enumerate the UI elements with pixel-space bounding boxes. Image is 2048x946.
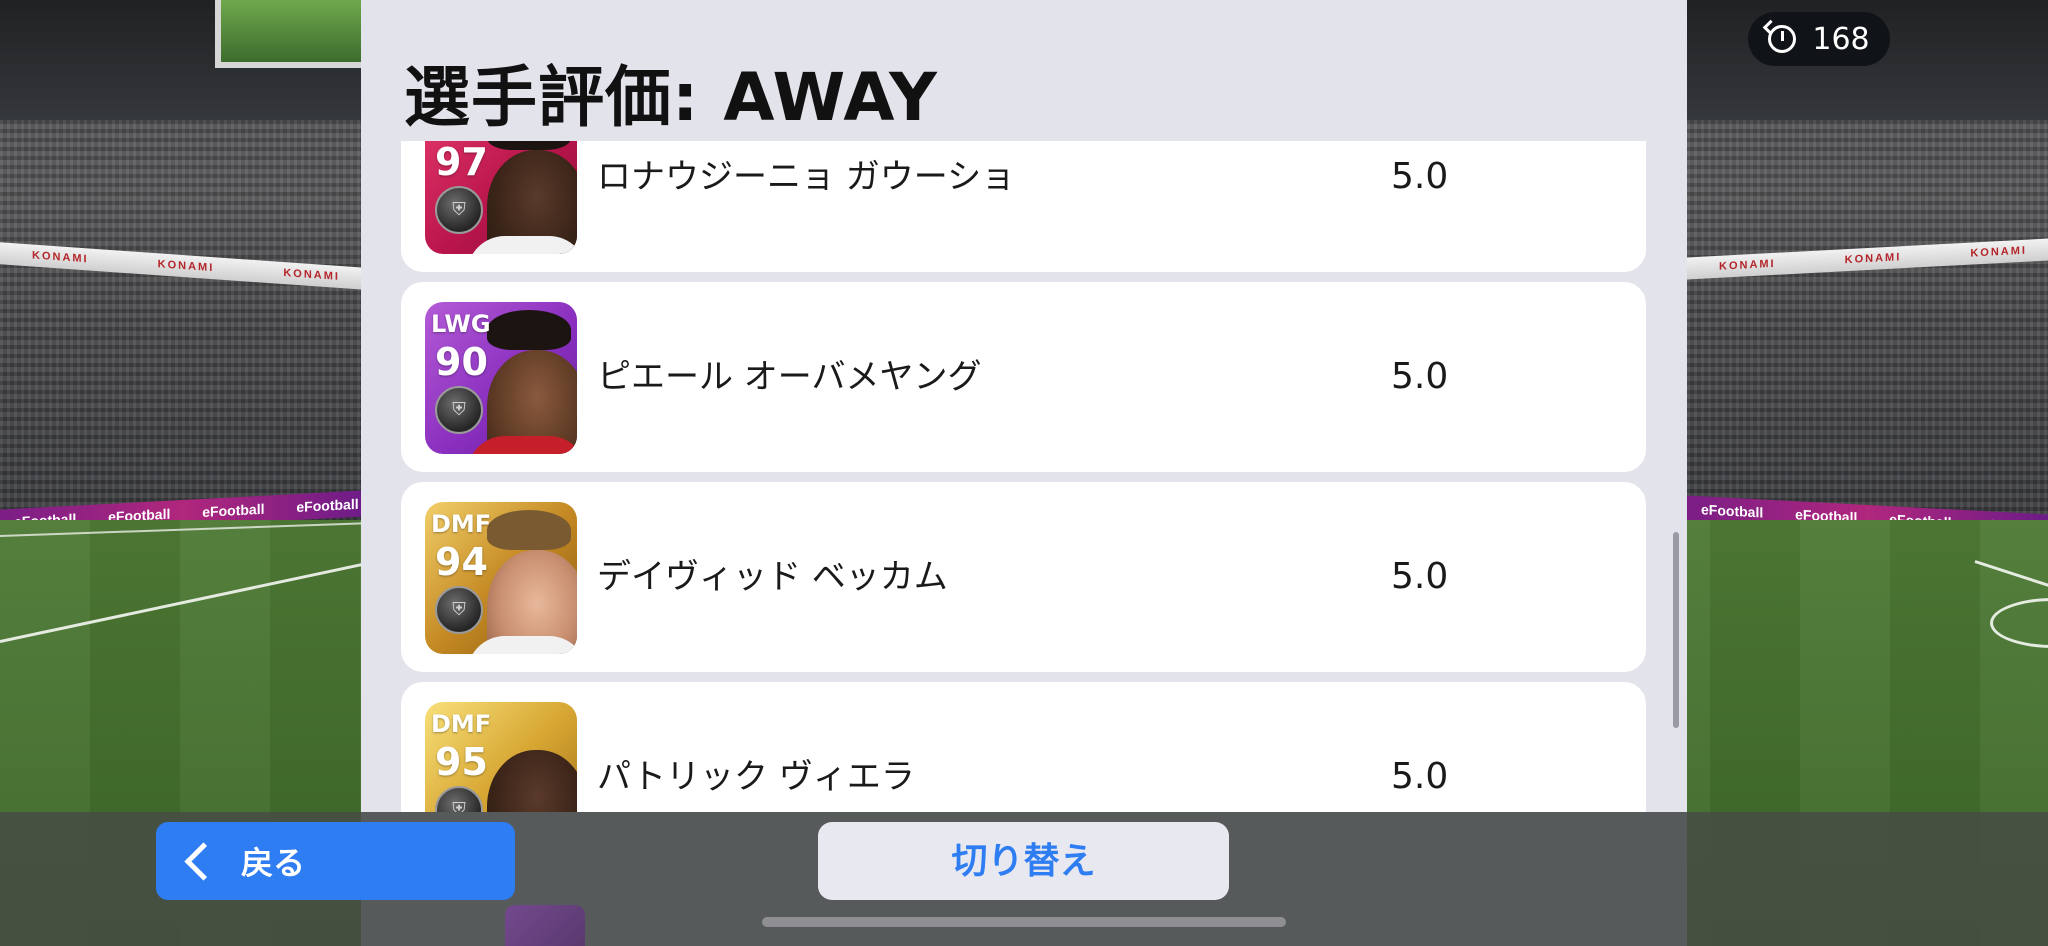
stopwatch-icon [1768,25,1797,53]
player-row[interactable]: DMF 95 ⛨ パトリック ヴィエラ 5.0 [401,682,1646,812]
player-score: 5.0 [1391,556,1449,597]
player-card: LWG 90 ⛨ [425,302,577,454]
player-name: パトリック ヴィエラ [597,757,915,797]
player-shirt [467,636,577,654]
player-score: 5.0 [1391,756,1449,797]
player-name: ピエール オーバメヤング [597,357,982,397]
match-timer: 168 [1748,12,1890,66]
player-shirt [467,436,577,454]
player-row[interactable]: DMF 94 ⛨ デイヴィッド ベッカム 5.0 [401,482,1646,672]
shield-icon: ⛨ [435,186,483,234]
player-card-peek [505,905,585,946]
back-button[interactable]: 戻る [156,822,515,900]
shield-icon: ⛨ [435,386,483,434]
timer-value: 168 [1812,21,1870,57]
card-position: DMF [431,710,492,738]
ad-text: KONAMI [32,249,89,266]
player-score: 5.0 [1391,156,1449,197]
card-position: LWG [431,310,491,338]
ad-text: KONAMI [157,258,215,275]
stadium-screen [215,0,377,68]
player-shirt [467,236,577,254]
player-name: デイヴィッド ベッカム [597,557,948,597]
player-face [487,750,577,812]
card-rating: 97 [435,141,488,184]
card-rating: 94 [435,540,488,584]
player-card: DMF 95 ⛨ [425,702,577,812]
card-rating: 90 [435,340,488,384]
ad-text: KONAMI [1844,251,1902,267]
player-card: 97 ⛨ [425,141,577,254]
player-list[interactable]: 97 ⛨ ロナウジーニョ ガウーショ 5.0 LWG 90 ⛨ ピエール オーバ… [401,141,1646,812]
card-position: DMF [431,510,492,538]
ad-text: KONAMI [1970,244,2027,260]
chevron-left-icon [184,841,223,881]
player-hair [487,510,571,550]
card-rating: 95 [435,740,488,784]
player-hair [487,141,571,150]
home-indicator[interactable] [762,917,1286,927]
led-text: eFootball [296,495,359,516]
player-row[interactable]: 97 ⛨ ロナウジーニョ ガウーショ 5.0 [401,141,1646,272]
player-card: DMF 94 ⛨ [425,502,577,654]
switch-button[interactable]: 切り替え [818,822,1229,900]
shield-icon: ⛨ [435,586,483,634]
player-name: ロナウジーニョ ガウーショ [597,157,1016,197]
ad-text: KONAMI [283,267,340,284]
player-score: 5.0 [1391,356,1449,397]
ad-text: KONAMI [1719,257,1776,273]
player-hair [487,310,571,350]
list-scrollbar[interactable] [1673,532,1679,728]
back-button-label: 戻る [241,844,306,882]
player-row[interactable]: LWG 90 ⛨ ピエール オーバメヤング 5.0 [401,282,1646,472]
dialog-title: 選手評価: AWAY [404,59,938,136]
shield-icon: ⛨ [435,786,483,812]
